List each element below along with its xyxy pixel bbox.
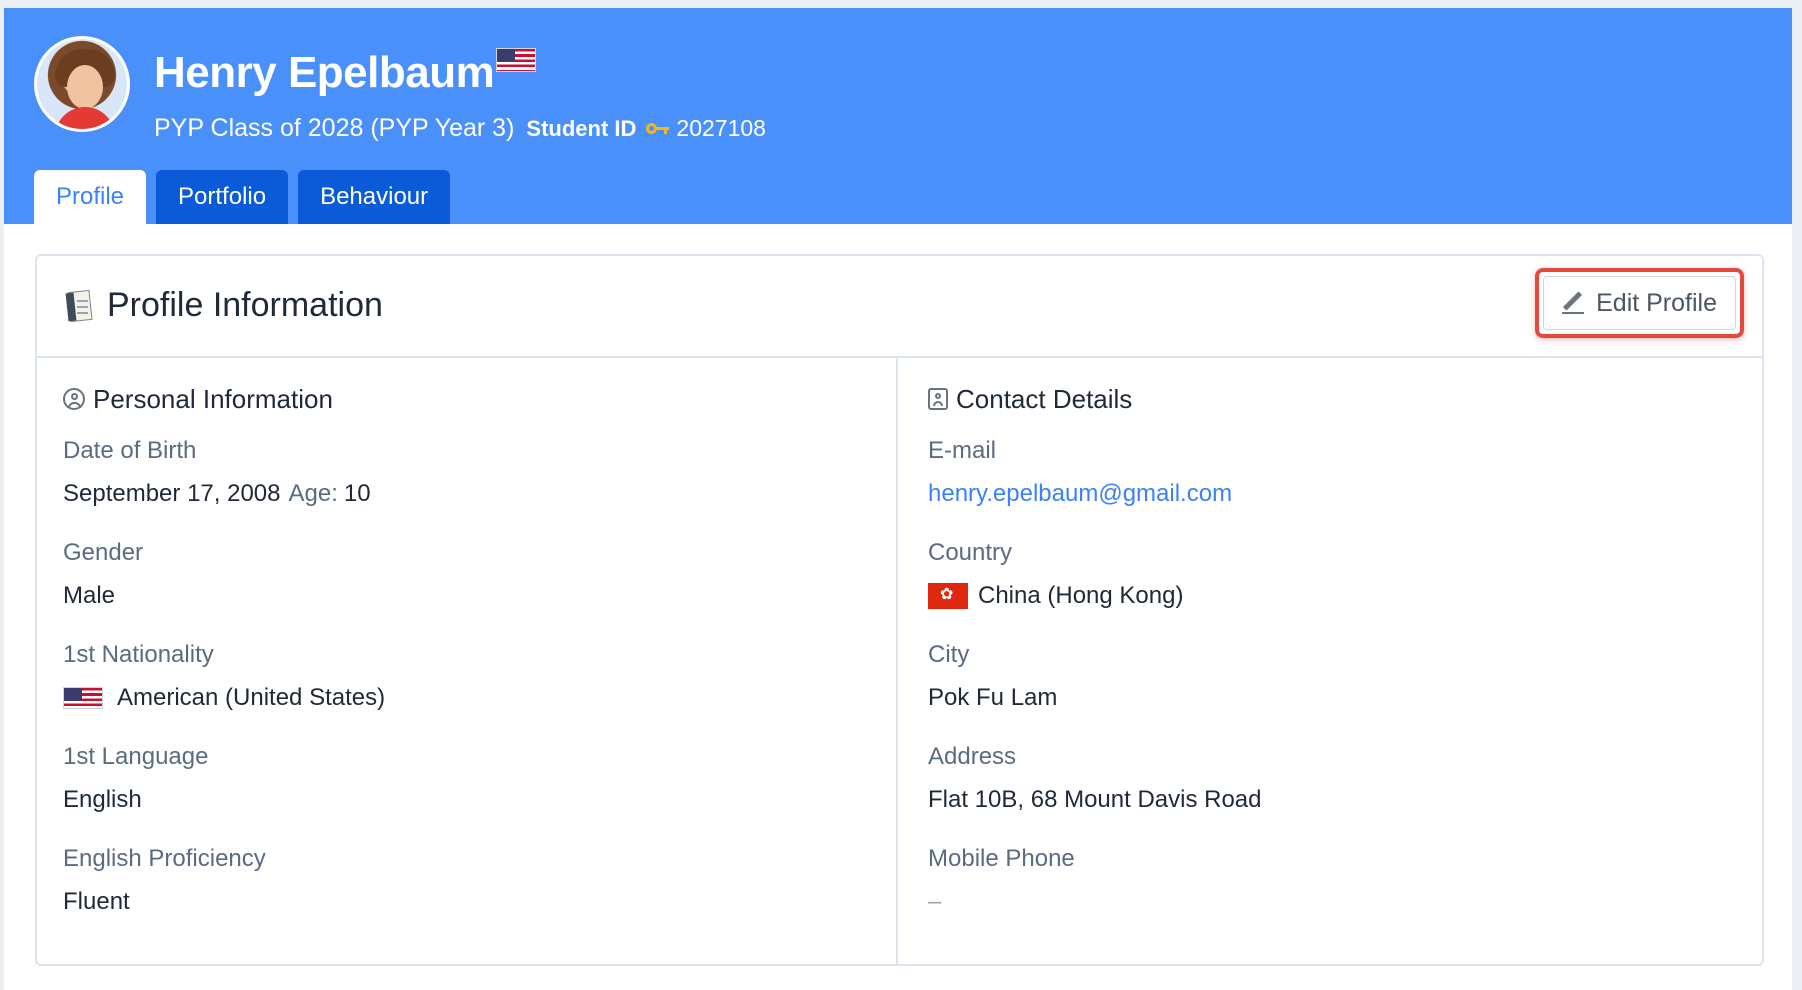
field-label: Mobile Phone bbox=[928, 845, 1075, 872]
nationality-value: American (United States) bbox=[117, 684, 386, 711]
profile-information-card: Profile Information Edit Profile Persona… bbox=[35, 254, 1764, 966]
field-1st-nationality: 1st Nationality American (United States) bbox=[63, 640, 870, 742]
field-gender: Gender Male bbox=[63, 538, 870, 640]
email-link[interactable]: henry.epelbaum@gmail.com bbox=[928, 474, 1232, 514]
field-value: September 17, 2008 Age: 10 bbox=[63, 474, 870, 514]
field-label: 1st Language bbox=[63, 743, 209, 770]
contact-details-title: Contact Details bbox=[928, 382, 1736, 416]
notebook-icon bbox=[65, 289, 93, 323]
card-header: Profile Information Edit Profile bbox=[37, 256, 1762, 358]
field-value: Flat 10B, 68 Mount Davis Road bbox=[928, 786, 1262, 813]
field-date-of-birth: Date of Birth September 17, 2008 Age: 10 bbox=[63, 436, 870, 538]
card-title-text: Profile Information bbox=[107, 286, 383, 324]
pencil-icon bbox=[1562, 291, 1585, 314]
field-value: Pok Fu Lam bbox=[928, 684, 1058, 711]
edit-profile-highlight: Edit Profile bbox=[1535, 268, 1744, 338]
student-avatar bbox=[34, 36, 130, 132]
field-label: City bbox=[928, 641, 970, 668]
field-value: American (United States) bbox=[63, 678, 870, 718]
field-label: Address bbox=[928, 743, 1017, 770]
field-label: English Proficiency bbox=[63, 845, 266, 872]
field-label: E-mail bbox=[928, 437, 997, 464]
field-value: henry.epelbaum@gmail.com bbox=[928, 474, 1736, 514]
student-name: Henry Epelbaum bbox=[154, 48, 495, 97]
class-text: PYP Class of 2028 (PYP Year 3) bbox=[154, 114, 515, 142]
country-value: China (Hong Kong) bbox=[978, 582, 1184, 609]
field-country: Country China (Hong Kong) bbox=[928, 538, 1736, 640]
mobile-phone-value: – bbox=[928, 888, 942, 915]
field-label: 1st Nationality bbox=[63, 641, 214, 668]
contact-card-icon bbox=[928, 388, 948, 410]
field-english-proficiency: English Proficiency Fluent bbox=[63, 844, 870, 946]
field-value: Fluent bbox=[63, 888, 130, 915]
tab-portfolio[interactable]: Portfolio bbox=[156, 170, 289, 224]
field-city: City Pok Fu Lam bbox=[928, 640, 1736, 742]
student-id-label: Student ID bbox=[526, 115, 637, 141]
card-title: Profile Information bbox=[65, 286, 383, 325]
field-value: – bbox=[928, 882, 1736, 922]
edit-profile-button[interactable]: Edit Profile bbox=[1543, 276, 1736, 330]
field-1st-language: 1st Language English bbox=[63, 742, 870, 844]
age-value: 10 bbox=[343, 480, 371, 507]
personal-information-section: Personal Information Date of Birth Septe… bbox=[37, 358, 898, 964]
field-value: English bbox=[63, 786, 142, 813]
field-value: Male bbox=[63, 582, 116, 609]
field-email: E-mail henry.epelbaum@gmail.com bbox=[928, 436, 1736, 538]
page: Henry Epelbaum PYP Class of 2028 (PYP Ye… bbox=[0, 0, 1802, 990]
tab-behaviour[interactable]: Behaviour bbox=[298, 170, 451, 224]
profile-tabs: Profile Portfolio Behaviour bbox=[34, 170, 451, 224]
age-label: Age: bbox=[288, 480, 338, 507]
card-body: Personal Information Date of Birth Septe… bbox=[37, 358, 1762, 964]
date-of-birth-value: September 17, 2008 bbox=[63, 480, 281, 507]
field-label: Gender bbox=[63, 539, 144, 566]
field-label: Country bbox=[928, 539, 1013, 566]
student-id-value: 2027108 bbox=[676, 115, 766, 141]
field-value: China (Hong Kong) bbox=[928, 576, 1736, 616]
contact-details-section: Contact Details E-mail henry.epelbaum@gm… bbox=[898, 358, 1762, 964]
key-icon bbox=[646, 122, 670, 136]
profile-header: Henry Epelbaum PYP Class of 2028 (PYP Ye… bbox=[4, 8, 1792, 224]
person-icon bbox=[63, 388, 85, 410]
hong-kong-flag-icon bbox=[928, 583, 968, 609]
field-address: Address Flat 10B, 68 Mount Davis Road bbox=[928, 742, 1736, 844]
us-flag-icon bbox=[63, 687, 103, 709]
field-label: Date of Birth bbox=[63, 437, 197, 464]
us-flag-icon bbox=[496, 48, 536, 72]
edit-profile-label: Edit Profile bbox=[1596, 288, 1717, 317]
tab-profile[interactable]: Profile bbox=[34, 170, 147, 224]
field-mobile-phone: Mobile Phone – bbox=[928, 844, 1736, 946]
student-subline: PYP Class of 2028 (PYP Year 3) Student I… bbox=[154, 114, 766, 143]
personal-information-title: Personal Information bbox=[63, 382, 870, 416]
